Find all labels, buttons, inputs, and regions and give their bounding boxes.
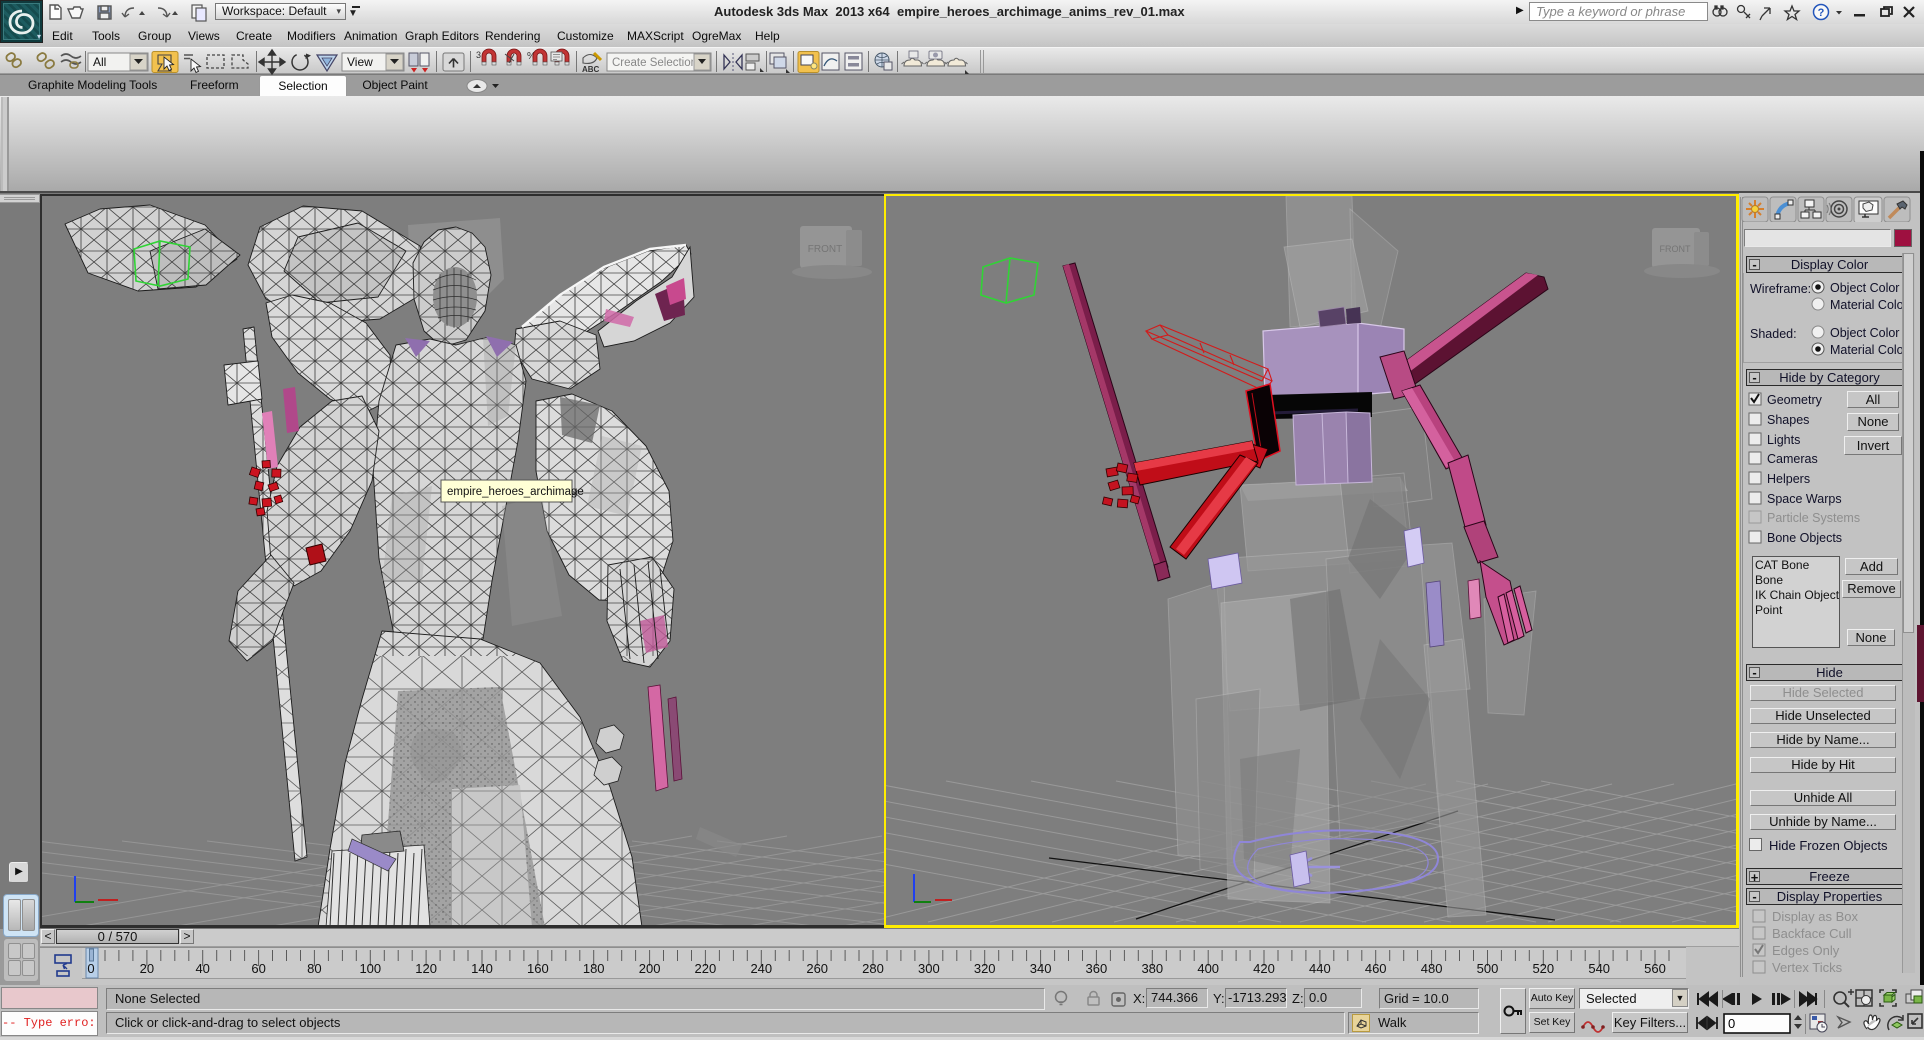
- svg-text:360: 360: [1086, 961, 1108, 976]
- svg-text:40: 40: [195, 961, 209, 976]
- svg-text:440: 440: [1309, 961, 1331, 976]
- svg-text:All: All: [93, 55, 106, 69]
- svg-text:420: 420: [1253, 961, 1275, 976]
- svg-text:300: 300: [918, 961, 940, 976]
- svg-text:0: 0: [87, 961, 94, 976]
- svg-text:560: 560: [1644, 961, 1666, 976]
- svg-text:20: 20: [140, 961, 154, 976]
- svg-text:480: 480: [1421, 961, 1443, 976]
- svg-text:empire_heroes_archimage: empire_heroes_archimage: [447, 486, 584, 498]
- svg-text:Space Warps: Space Warps: [1767, 492, 1842, 506]
- svg-text:160: 160: [527, 961, 549, 976]
- svg-text:260: 260: [806, 961, 828, 976]
- svg-text:200: 200: [639, 961, 661, 976]
- svg-text:0: 0: [1728, 1016, 1735, 1031]
- svg-text:100: 100: [359, 961, 381, 976]
- svg-text:540: 540: [1588, 961, 1610, 976]
- svg-text:120: 120: [415, 961, 437, 976]
- svg-text:460: 460: [1365, 961, 1387, 976]
- svg-text:Lights: Lights: [1767, 433, 1800, 447]
- svg-text:Object Color: Object Color: [1830, 281, 1899, 295]
- svg-text:3: 3: [476, 50, 481, 60]
- svg-text:Particle Systems: Particle Systems: [1767, 511, 1860, 525]
- svg-text:Helpers: Helpers: [1767, 472, 1810, 486]
- svg-text:Display as Box: Display as Box: [1772, 909, 1858, 924]
- svg-text:400: 400: [1197, 961, 1219, 976]
- svg-text:Geometry: Geometry: [1767, 393, 1823, 407]
- svg-text:500: 500: [1477, 961, 1499, 976]
- svg-text:Edges Only: Edges Only: [1772, 943, 1840, 958]
- svg-text:320: 320: [974, 961, 996, 976]
- svg-text:ABC: ABC: [582, 65, 600, 74]
- svg-text:280: 280: [862, 961, 884, 976]
- svg-text:60: 60: [251, 961, 265, 976]
- svg-text:520: 520: [1532, 961, 1554, 976]
- svg-text:240: 240: [750, 961, 772, 976]
- svg-text:FRONT: FRONT: [1660, 244, 1691, 254]
- svg-text:140: 140: [471, 961, 493, 976]
- svg-text:Backface Cull: Backface Cull: [1772, 926, 1852, 941]
- svg-text:Shapes: Shapes: [1767, 413, 1809, 427]
- svg-text:Object Color: Object Color: [1830, 326, 1899, 340]
- svg-text:340: 340: [1030, 961, 1052, 976]
- svg-text:80: 80: [307, 961, 321, 976]
- svg-text:380: 380: [1141, 961, 1163, 976]
- svg-text:220: 220: [695, 961, 717, 976]
- svg-text:Vertex Ticks: Vertex Ticks: [1772, 960, 1843, 975]
- svg-text:180: 180: [583, 961, 605, 976]
- svg-text:Cameras: Cameras: [1767, 452, 1818, 466]
- svg-text:FRONT: FRONT: [808, 244, 842, 255]
- svg-text:Material Color: Material Color: [1830, 298, 1908, 312]
- svg-text:Material Color: Material Color: [1830, 343, 1908, 357]
- svg-text:View: View: [347, 55, 373, 69]
- svg-text:Bone Objects: Bone Objects: [1767, 531, 1842, 545]
- svg-text:?: ?: [1818, 7, 1825, 19]
